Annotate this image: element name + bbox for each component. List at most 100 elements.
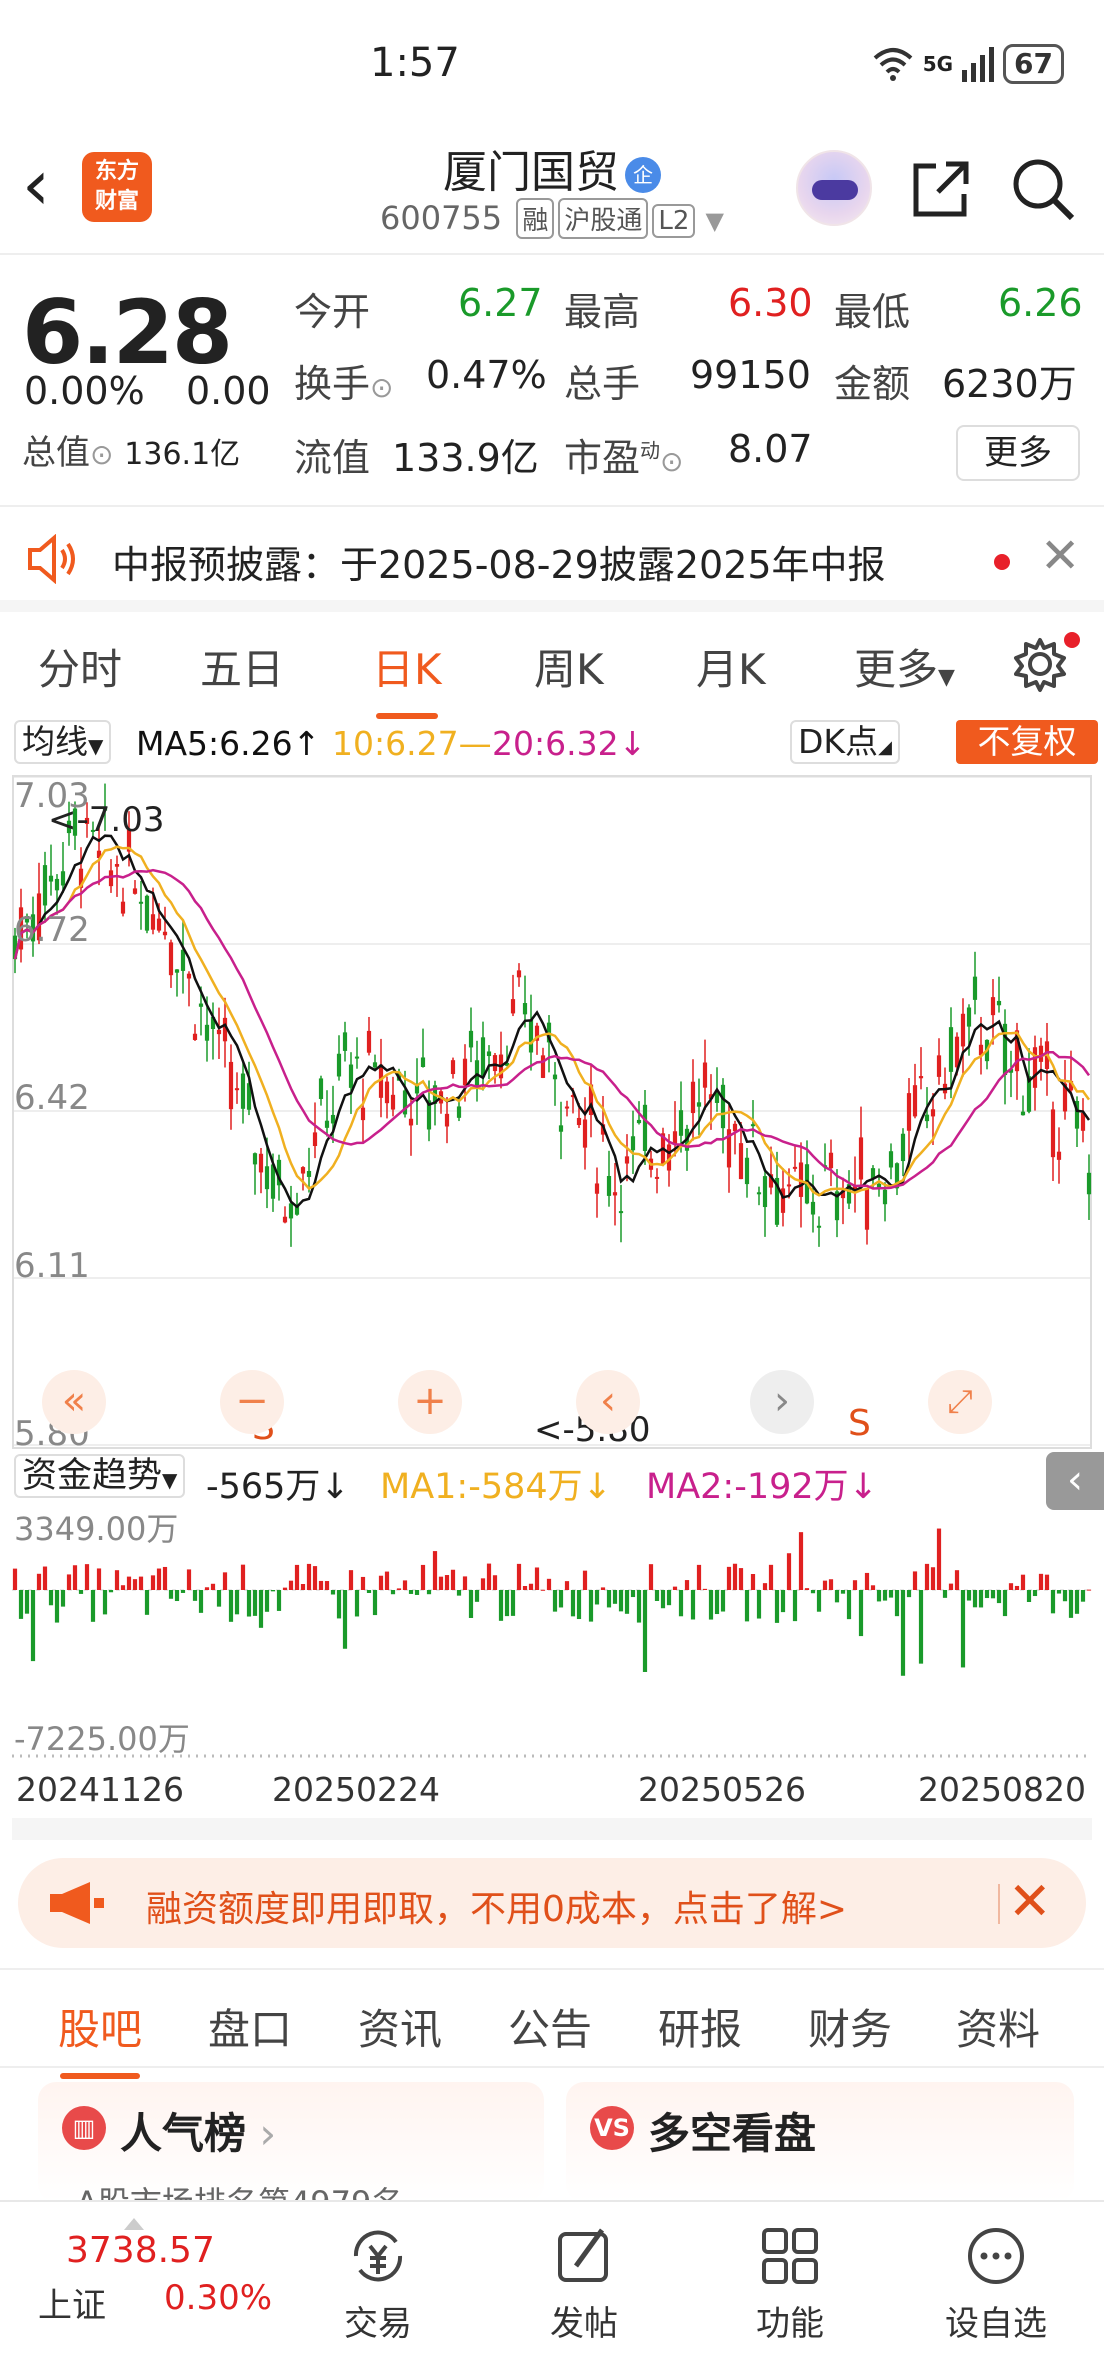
fund-bar: [828, 1579, 834, 1590]
notice-banner[interactable]: 中报预披露：于2025-08-29披露2025年中报 ✕: [0, 508, 1104, 612]
index-name: 上证: [38, 2286, 106, 2326]
fund-bar: [498, 1590, 504, 1621]
assistant-avatar[interactable]: [796, 150, 872, 226]
kline-chart[interactable]: 7.03 6.72 6.42 6.11 5.80 <-7.03 <-5.80 S…: [12, 775, 1092, 1449]
close-icon[interactable]: ✕: [1040, 528, 1080, 584]
fund-bar: [144, 1590, 150, 1615]
fund-bar: [702, 1588, 708, 1590]
fund-bar: [858, 1590, 864, 1637]
dk-point-selector[interactable]: DK点◢: [790, 720, 900, 764]
candle-body: [186, 973, 192, 979]
candle-body: [384, 1081, 390, 1104]
adjust-button[interactable]: 不复权: [956, 720, 1098, 764]
tab-more[interactable]: 更多▼: [854, 636, 955, 697]
tab-forum[interactable]: 股吧: [58, 1996, 142, 2079]
zoom-in-button[interactable]: +: [398, 1370, 462, 1434]
search-icon[interactable]: [1008, 154, 1078, 224]
tab-announcements[interactable]: 公告: [508, 1996, 592, 2057]
tab-post[interactable]: 发帖: [504, 2224, 664, 2345]
fund-bar: [588, 1590, 594, 1622]
fund-flow-chart[interactable]: 3349.00万 -7225.00万: [12, 1510, 1092, 1758]
tab-financials[interactable]: 财务: [808, 1996, 892, 2057]
tab-monthly-k[interactable]: 月K: [696, 636, 766, 697]
fund-bar: [402, 1580, 408, 1590]
fund-bar: [600, 1587, 606, 1590]
fund-selector[interactable]: 资金趋势▼: [14, 1454, 186, 1498]
fund-bar: [1044, 1574, 1050, 1590]
tab-five-day[interactable]: 五日: [200, 636, 284, 697]
fund-bar: [252, 1590, 258, 1616]
candle-body: [48, 875, 54, 882]
zoom-out-button[interactable]: −: [220, 1370, 284, 1434]
info-icon[interactable]: ⊙: [660, 445, 683, 478]
tab-research[interactable]: 研报: [658, 1996, 742, 2057]
candle-body: [594, 1183, 600, 1194]
fund-bar: [408, 1590, 414, 1594]
candle-body: [456, 1106, 462, 1118]
fund-bar: [138, 1576, 144, 1590]
status-bar: 1:57 5G 67: [0, 0, 1104, 130]
popularity-card[interactable]: ▥ 人气榜 › A股市场排名第4979名: [38, 2082, 544, 2202]
candle-body: [318, 1078, 324, 1099]
open-label: 今开: [294, 290, 371, 334]
fund-bar: [900, 1590, 906, 1676]
more-button[interactable]: 更多: [956, 425, 1080, 481]
long-short-card[interactable]: VS 多空看盘: [566, 2082, 1074, 2202]
fund-bar: [330, 1590, 336, 1595]
tab-trade[interactable]: 交易: [298, 2224, 458, 2345]
tab-features[interactable]: 功能: [710, 2224, 870, 2345]
fund-bar: [624, 1590, 630, 1614]
fund-bar: [66, 1574, 72, 1590]
fund-bar: [180, 1590, 186, 1593]
next-button[interactable]: ›: [750, 1370, 814, 1434]
stock-name: 厦门国贸: [443, 147, 619, 198]
candle-body: [120, 901, 126, 914]
notice-text: 中报预披露：于2025-08-29披露2025年中报: [112, 543, 886, 587]
candle-body: [138, 901, 144, 904]
promo-banner[interactable]: 融资额度即用即取，不用0成本，点击了解> ✕: [18, 1858, 1086, 1948]
ma10-readout: 10:6.27—: [332, 724, 492, 763]
fund-bar: [912, 1571, 918, 1590]
fund-bar: [648, 1564, 654, 1590]
fund-bar: [726, 1566, 732, 1590]
tab-daily-k[interactable]: 日K: [372, 636, 442, 719]
gear-icon[interactable]: [1010, 634, 1070, 694]
date-label: 20241126: [16, 1770, 184, 1809]
fund-bar: [42, 1566, 48, 1590]
fund-bar: [768, 1564, 774, 1590]
candle-body: [558, 1125, 564, 1132]
fund-bar: [324, 1581, 330, 1590]
fund-bar: [810, 1590, 816, 1594]
megaphone-icon: [50, 1882, 104, 1924]
tab-profile[interactable]: 资料: [956, 1996, 1040, 2057]
scroll-left-button[interactable]: «: [42, 1370, 106, 1434]
more-icon: [968, 2228, 1024, 2284]
fund-bar: [504, 1590, 510, 1617]
tab-orderbook[interactable]: 盘口: [208, 1996, 292, 2057]
candle-body: [828, 1152, 834, 1169]
fund-bar: [738, 1568, 744, 1590]
ma-selector[interactable]: 均线▼: [14, 720, 112, 764]
info-icon[interactable]: ⊙: [90, 438, 113, 471]
date-axis: 20241126 20250224 20250526 20250820: [0, 1766, 1104, 1816]
share-icon[interactable]: [906, 154, 976, 224]
candle-body: [612, 1192, 618, 1196]
tab-news[interactable]: 资讯: [358, 1996, 442, 2057]
volume-label: 总手: [564, 362, 641, 406]
candle-body: [336, 1053, 342, 1077]
tab-intraday[interactable]: 分时: [38, 636, 122, 697]
fullscreen-icon[interactable]: ⤢: [928, 1370, 992, 1434]
collapse-button[interactable]: ‹: [1046, 1452, 1104, 1510]
fund-bar: [984, 1590, 990, 1599]
fund-bar: [1008, 1583, 1014, 1590]
tab-weekly-k[interactable]: 周K: [534, 636, 604, 697]
stock-code: 600755: [379, 199, 503, 237]
close-icon[interactable]: ✕: [1008, 1872, 1052, 1932]
fund-bar: [102, 1590, 108, 1615]
fund-bar: [540, 1589, 546, 1591]
fund-ma1: MA1:-584万↓: [380, 1467, 612, 1507]
prev-button[interactable]: ‹: [576, 1370, 640, 1434]
tab-watchlist[interactable]: 设自选: [916, 2224, 1076, 2345]
info-icon[interactable]: ⊙: [370, 371, 393, 404]
fund-bar: [450, 1569, 456, 1590]
